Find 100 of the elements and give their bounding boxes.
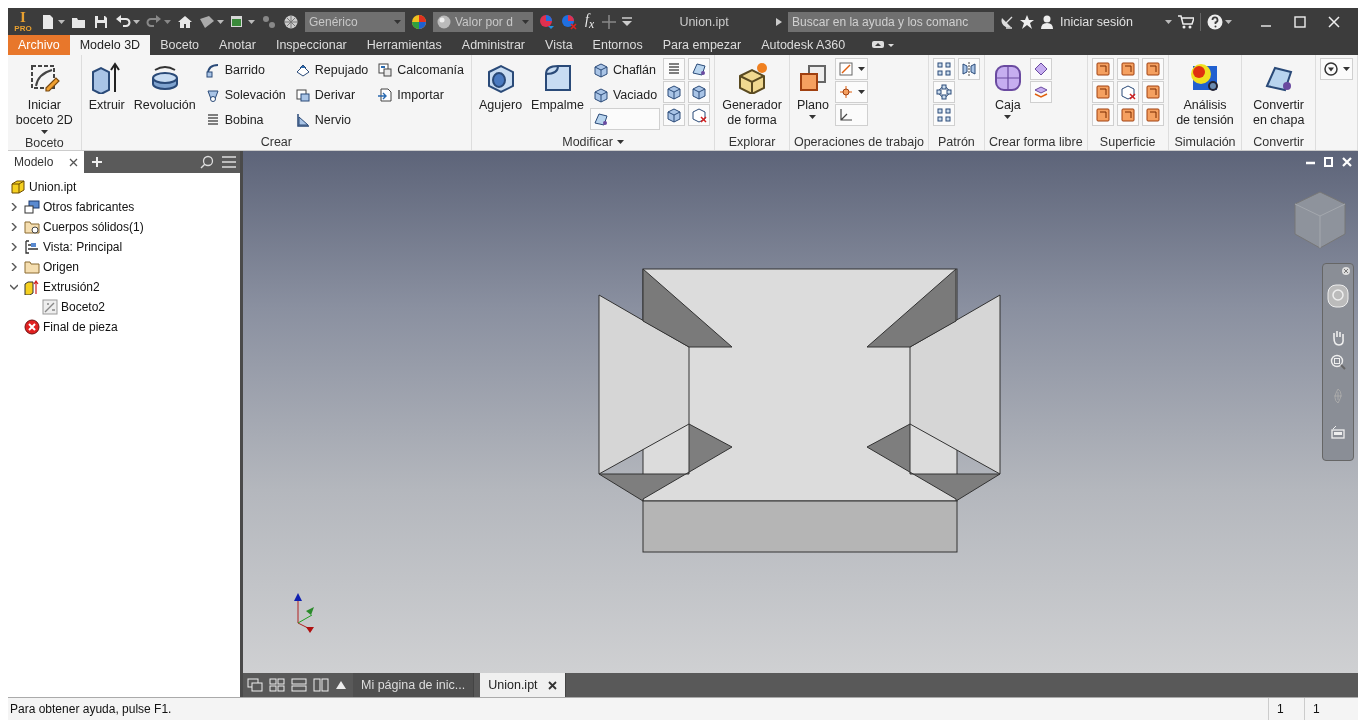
ribbon-tool-button[interactable]: Análisis de tensión [1172, 58, 1238, 133]
ribbon-tab[interactable]: Administrar [451, 35, 536, 55]
chevron-right-icon[interactable] [10, 263, 18, 271]
vertical-split-icon[interactable] [313, 678, 329, 692]
satellite-dish-icon[interactable] [1000, 14, 1015, 29]
look-at-icon[interactable] [1330, 424, 1346, 440]
user-icon[interactable] [1040, 14, 1055, 29]
save-icon[interactable] [93, 13, 109, 30]
steering-wheel-icon[interactable] [1327, 284, 1349, 308]
ribbon-tool-button[interactable] [1029, 58, 1052, 80]
maximize-icon[interactable] [1294, 15, 1306, 28]
undo-icon[interactable] [115, 13, 131, 30]
ribbon-tool-button[interactable]: Repujado [291, 58, 372, 82]
image-icon[interactable] [199, 13, 215, 30]
caret-icon [1165, 19, 1172, 24]
ribbon-tool-button[interactable]: Calcomanía [374, 58, 467, 82]
document-tab[interactable]: Union.ipt [480, 673, 566, 697]
ribbon-tool-button[interactable]: Generador de forma [719, 58, 785, 133]
color-clear-icon[interactable] [561, 13, 577, 30]
tree-item[interactable]: Origen [43, 260, 80, 274]
ribbon-tab[interactable]: Modelo 3D [69, 35, 151, 55]
browser-tab[interactable]: Modelo [8, 151, 85, 173]
ribbon-tool-button[interactable] [663, 81, 686, 103]
ribbon-tab[interactable]: Anotar [209, 35, 266, 55]
parts-icon [24, 199, 40, 215]
tree-item[interactable]: Final de pieza [43, 320, 118, 334]
ribbon-tool-button[interactable]: Convertir en chapa [1246, 58, 1311, 133]
ribbon-tool-button[interactable] [1116, 81, 1139, 103]
ribbon-tab[interactable]: Autodesk A360 [751, 35, 856, 55]
color-filter-icon[interactable] [539, 13, 555, 30]
window-controls-icon[interactable] [1306, 157, 1352, 167]
chevron-right-icon[interactable] [10, 223, 18, 231]
ribbon-tool-button[interactable] [663, 104, 686, 126]
ribbon-tool-button[interactable]: Vaciado [589, 83, 661, 107]
tree-item[interactable]: Extrusión2 [43, 280, 100, 294]
panel-title: Crear [259, 133, 293, 150]
search-field[interactable]: Buscar en la ayuda y los comanc [788, 11, 995, 32]
add-tab-icon[interactable] [92, 157, 103, 167]
parameters-button[interactable]: f$_{x}$ [583, 12, 597, 31]
expand-arrow-icon[interactable] [776, 17, 783, 26]
tile-windows-icon[interactable] [269, 678, 285, 692]
ribbon-tool-button[interactable]: Barrido [201, 58, 289, 82]
ribbon-tool-button[interactable]: Derivar [291, 83, 372, 107]
ribbon-tool-button[interactable] [688, 81, 711, 103]
ribbon-tab[interactable]: Para empezar [652, 35, 752, 55]
status-field: 1 [1304, 698, 1340, 720]
ribbon-tool-button[interactable]: Chaflán [589, 58, 661, 82]
ribbon-tool-button[interactable]: Bobina [201, 108, 289, 132]
ribbon-tool-button[interactable]: Revolución [130, 58, 199, 133]
new-file-icon[interactable] [40, 13, 56, 30]
sign-in-link[interactable]: Iniciar sesión [1060, 14, 1133, 29]
close-icon[interactable] [69, 157, 79, 167]
home-icon[interactable] [177, 13, 193, 30]
ribbon-tab[interactable]: Herramientas [356, 35, 452, 55]
ribbon-tool-button[interactable]: Importar [374, 83, 467, 107]
plus-icon[interactable] [602, 14, 617, 29]
globe-icon[interactable] [283, 13, 299, 30]
ribbon-tool-button[interactable]: Nervio [291, 108, 372, 132]
ribbon-tool-button[interactable] [1320, 58, 1353, 80]
status-field: 1 [1268, 698, 1304, 720]
close-icon[interactable] [547, 680, 557, 690]
ribbon-tool-button[interactable] [688, 58, 711, 80]
tree-item[interactable]: Vista: Principal [43, 240, 123, 254]
ribbon-tool-button[interactable] [688, 104, 711, 126]
ribbon-tool-button[interactable]: Plano [793, 58, 832, 133]
document-tab[interactable]: Mi página de inic... [353, 673, 475, 697]
panel-title[interactable]: Modificar [476, 133, 711, 150]
pan-hand-icon[interactable] [1330, 330, 1346, 346]
menu-icon[interactable] [222, 156, 236, 168]
ribbon-tool-button[interactable]: Empalme [528, 58, 587, 133]
tile-icon [1144, 107, 1161, 123]
search-icon[interactable] [200, 155, 214, 169]
tree-item[interactable]: Otros fabricantes [43, 200, 135, 214]
zoom-icon[interactable] [1330, 354, 1346, 370]
chevron-right-icon[interactable] [10, 203, 18, 211]
redo-icon[interactable] [146, 13, 162, 30]
customize-menu-icon[interactable] [622, 16, 633, 27]
triangle-up-icon[interactable] [335, 680, 347, 690]
ribbon-tool-button[interactable]: Caja [988, 58, 1027, 133]
cart-icon[interactable] [1178, 14, 1194, 29]
tree-item[interactable]: Boceto2 [61, 300, 106, 314]
ribbon-tool-button[interactable]: Solevación [201, 83, 289, 107]
ribbon-tool-button[interactable]: Agujero [476, 58, 526, 133]
ribbon-tab[interactable]: Entornos [582, 35, 653, 55]
chevron-down-icon[interactable] [10, 283, 18, 291]
horizontal-split-icon[interactable] [291, 678, 307, 692]
chevron-right-icon[interactable] [10, 243, 18, 251]
ribbon-tool-button[interactable]: Extruir [85, 58, 128, 133]
color-wheel-icon[interactable] [411, 13, 427, 30]
cascade-windows-icon[interactable] [247, 678, 263, 692]
ribbon-tab[interactable]: Boceto [150, 35, 210, 55]
ribbon-tool-button[interactable]: Iniciar boceto 2D [12, 58, 77, 136]
tree-item[interactable]: Cuerpos sólidos(1) [43, 220, 144, 234]
ribbon-tab[interactable]: Inspeccionar [265, 35, 357, 55]
ribbon-tool-button[interactable] [834, 81, 868, 103]
ribbon-tab[interactable]: Vista [535, 35, 583, 55]
tree-item[interactable]: Union.ipt [29, 180, 77, 194]
star-icon[interactable] [1020, 14, 1035, 29]
dots-icon[interactable] [261, 13, 277, 30]
help-icon[interactable] [1207, 13, 1223, 30]
